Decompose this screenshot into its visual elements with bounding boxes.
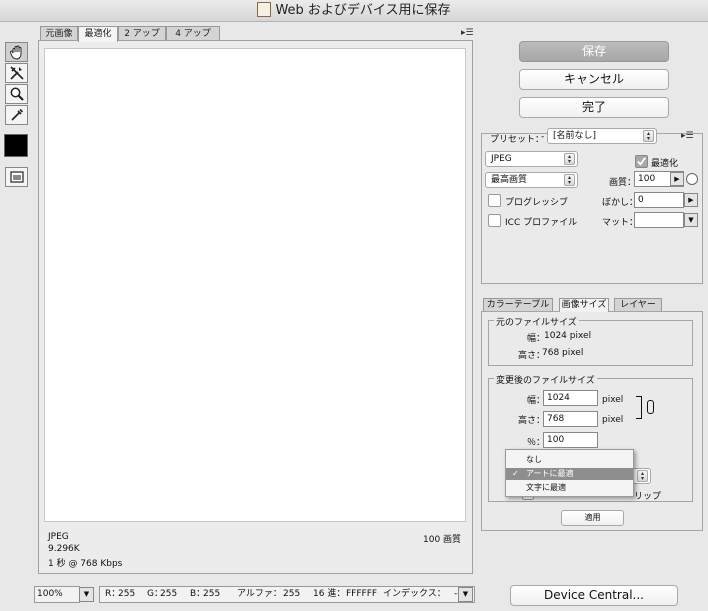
clip-label: リップ <box>634 492 662 502</box>
window-title-bar: Web およびデバイス用に保存 <box>0 0 708 22</box>
new-size-legend: 変更後のファイルサイズ <box>494 373 597 386</box>
blur-input[interactable]: 0 <box>634 192 684 208</box>
alpha-label: アルファ： <box>237 589 282 599</box>
check-icon: ✓ <box>512 469 519 478</box>
hex-value: FFFFFF <box>346 589 378 599</box>
slice-select-tool-button[interactable] <box>5 63 28 83</box>
orig-height-label: 高さ： <box>518 351 546 361</box>
preview-menu-icon[interactable]: ▸☰ <box>461 28 474 38</box>
tab-image-size[interactable]: 画像サイズ <box>559 298 609 312</box>
menu-item-best-for-art-label: アートに最適 <box>526 469 574 478</box>
tab-4up[interactable]: 4 アップ <box>166 26 220 41</box>
status-dropdown-arrow-icon[interactable]: ▼ <box>458 587 473 602</box>
zoom-icon <box>10 87 24 101</box>
eyedropper-color-swatch[interactable] <box>4 134 28 157</box>
tab-layers[interactable]: レイヤー <box>614 298 662 312</box>
toggle-slices-button[interactable] <box>5 167 28 187</box>
preset-label: プリセット： <box>490 135 545 145</box>
slice-select-icon <box>9 66 24 80</box>
width-unit: pixel <box>602 395 624 405</box>
orig-width-label: 幅： <box>527 334 546 344</box>
window-title: Web およびデバイス用に保存 <box>275 3 451 18</box>
matte-label: マット： <box>602 218 639 228</box>
blur-slider-arrow-icon[interactable]: ▶ <box>684 193 698 207</box>
preset-value: [名前なし] <box>553 131 597 141</box>
quality-link-icon[interactable] <box>686 173 698 185</box>
orig-height-value: 768 pixel <box>542 348 584 358</box>
tab-color-table[interactable]: カラーテーブル <box>483 298 553 312</box>
height-label: 高さ： <box>518 416 546 426</box>
b-value: 255 <box>203 589 221 599</box>
alpha-value: 255 <box>283 589 301 599</box>
tab-optimized[interactable]: 最適化 <box>78 26 118 42</box>
checkmark-icon <box>637 157 646 166</box>
document-icon <box>257 2 272 17</box>
icc-profile-checkbox[interactable] <box>488 214 501 227</box>
color-info-bar: R： 255 G： 255 B： 255 アルファ： 255 16 進： FFF… <box>99 586 475 603</box>
hand-icon <box>9 45 21 60</box>
progressive-label: プログレッシブ <box>505 198 569 208</box>
preview-pane: JPEG 9.296K 1 秒 @ 768 Kbps 100 画質 <box>38 40 473 574</box>
optimize-menu-icon[interactable]: ▸☰ <box>681 131 694 141</box>
matte-color-field[interactable] <box>634 212 684 228</box>
original-size-legend: 元のファイルサイズ <box>494 315 579 328</box>
apply-button[interactable]: 適用 <box>561 510 624 526</box>
optimize-label: 最適化 <box>651 159 679 169</box>
file-format-value: JPEG <box>491 154 512 164</box>
menu-item-best-for-text[interactable]: 文字に最適 <box>506 482 633 494</box>
tab-2up[interactable]: 2 アップ <box>118 26 166 41</box>
cancel-button[interactable]: キャンセル <box>519 69 669 90</box>
save-button[interactable]: 保存 <box>519 41 669 62</box>
matte-dropdown-arrow-icon[interactable]: ▼ <box>684 213 698 227</box>
menu-item-none[interactable]: なし <box>506 454 633 466</box>
index-label: インデックス： <box>383 589 446 599</box>
quality-label: 画質： <box>609 178 637 188</box>
device-central-button[interactable]: Device Central... <box>510 585 678 606</box>
hex-label: 16 進： <box>313 589 346 599</box>
eyedropper-tool-button[interactable] <box>5 105 28 125</box>
file-format-select[interactable]: JPEG ▴ ▾ <box>485 151 578 167</box>
chevron-updown-icon: ▴ ▾ <box>643 130 654 142</box>
chevron-updown-icon: ▴ ▾ <box>564 174 575 186</box>
percent-input[interactable]: 100 <box>543 432 598 448</box>
hand-tool-button[interactable] <box>5 42 28 62</box>
blur-label: ぼかし： <box>602 198 639 208</box>
quality-method-dropdown-menu: なし ✓ アートに最適 文字に最適 <box>505 449 634 497</box>
width-input[interactable]: 1024 <box>543 390 598 406</box>
image-preview-canvas[interactable] <box>44 48 466 522</box>
height-input[interactable]: 768 <box>543 411 598 427</box>
r-value: 255 <box>118 589 136 599</box>
g-value: 255 <box>160 589 178 599</box>
height-unit: pixel <box>602 415 624 425</box>
done-button[interactable]: 完了 <box>519 97 669 118</box>
menu-item-best-for-art[interactable]: ✓ アートに最適 <box>506 468 633 480</box>
chain-link-icon[interactable] <box>647 400 654 414</box>
preview-format: JPEG <box>48 532 69 542</box>
eyedropper-icon <box>10 108 23 121</box>
preset-select[interactable]: [名前なし] ▴ ▾ <box>547 128 657 144</box>
optimize-checkbox[interactable] <box>635 155 648 168</box>
icc-profile-label: ICC プロファイル <box>505 218 578 228</box>
preview-download-time: 1 秒 @ 768 Kbps <box>48 559 123 569</box>
quality-slider-arrow-icon[interactable]: ▶ <box>670 172 684 186</box>
chevron-updown-icon: ▴ ▾ <box>637 470 648 482</box>
zoom-level-field[interactable]: 100% <box>34 586 80 603</box>
zoom-tool-button[interactable] <box>5 84 28 104</box>
quality-preset-select[interactable]: 最高画質 ▴ ▾ <box>485 172 578 188</box>
preview-quality: 100 画質 <box>423 535 462 545</box>
zoom-dropdown-arrow-icon[interactable]: ▼ <box>79 587 94 602</box>
chevron-updown-icon: ▴ ▾ <box>564 153 575 165</box>
preview-file-size: 9.296K <box>48 544 80 554</box>
progressive-checkbox[interactable] <box>488 194 501 207</box>
quality-preset-value: 最高画質 <box>491 175 528 185</box>
constrain-bracket <box>636 396 642 419</box>
slices-visibility-icon <box>9 171 24 183</box>
orig-width-value: 1024 pixel <box>544 331 592 341</box>
tab-original[interactable]: 元画像 <box>40 26 78 41</box>
preset-dash: - <box>541 132 545 142</box>
